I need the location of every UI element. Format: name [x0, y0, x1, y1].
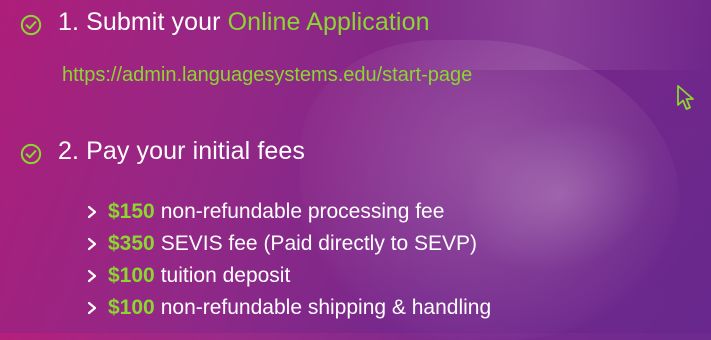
fee-description: non-refundable shipping & handling — [160, 296, 492, 319]
chevron-right-icon — [87, 205, 97, 219]
fee-description: SEVIS fee (Paid directly to SEVP) — [160, 232, 478, 255]
step-1-prefix: 1. Submit your — [58, 8, 228, 36]
fee-amount: $350 — [108, 232, 155, 255]
chevron-right-icon — [87, 237, 97, 251]
fee-description: tuition deposit — [160, 264, 291, 287]
fee-item: $100 non-refundable shipping & handling — [86, 292, 491, 324]
fee-list: $150 non-refundable processing fee $350 … — [86, 196, 491, 324]
check-circle-icon — [20, 143, 42, 165]
step-1-title: 1. Submit your Online Application — [58, 8, 430, 37]
fee-amount: $150 — [108, 200, 155, 223]
online-application-link[interactable]: Online Application — [228, 8, 430, 36]
fee-item: $150 non-refundable processing fee — [86, 196, 491, 228]
fee-amount: $100 — [108, 264, 155, 287]
fee-item: $350 SEVIS fee (Paid directly to SEVP) — [86, 228, 491, 260]
check-circle-icon — [20, 14, 42, 36]
chevron-right-icon — [87, 301, 97, 315]
chevron-right-icon — [87, 269, 97, 283]
pointer-cursor-icon — [677, 85, 694, 110]
step-2-title: 2. Pay your initial fees — [58, 137, 305, 165]
fee-amount: $100 — [108, 296, 155, 319]
application-url-link[interactable]: https://admin.languagesystems.edu/start-… — [62, 64, 472, 87]
fee-item: $100 tuition deposit — [86, 260, 491, 292]
fee-description: non-refundable processing fee — [160, 200, 445, 223]
